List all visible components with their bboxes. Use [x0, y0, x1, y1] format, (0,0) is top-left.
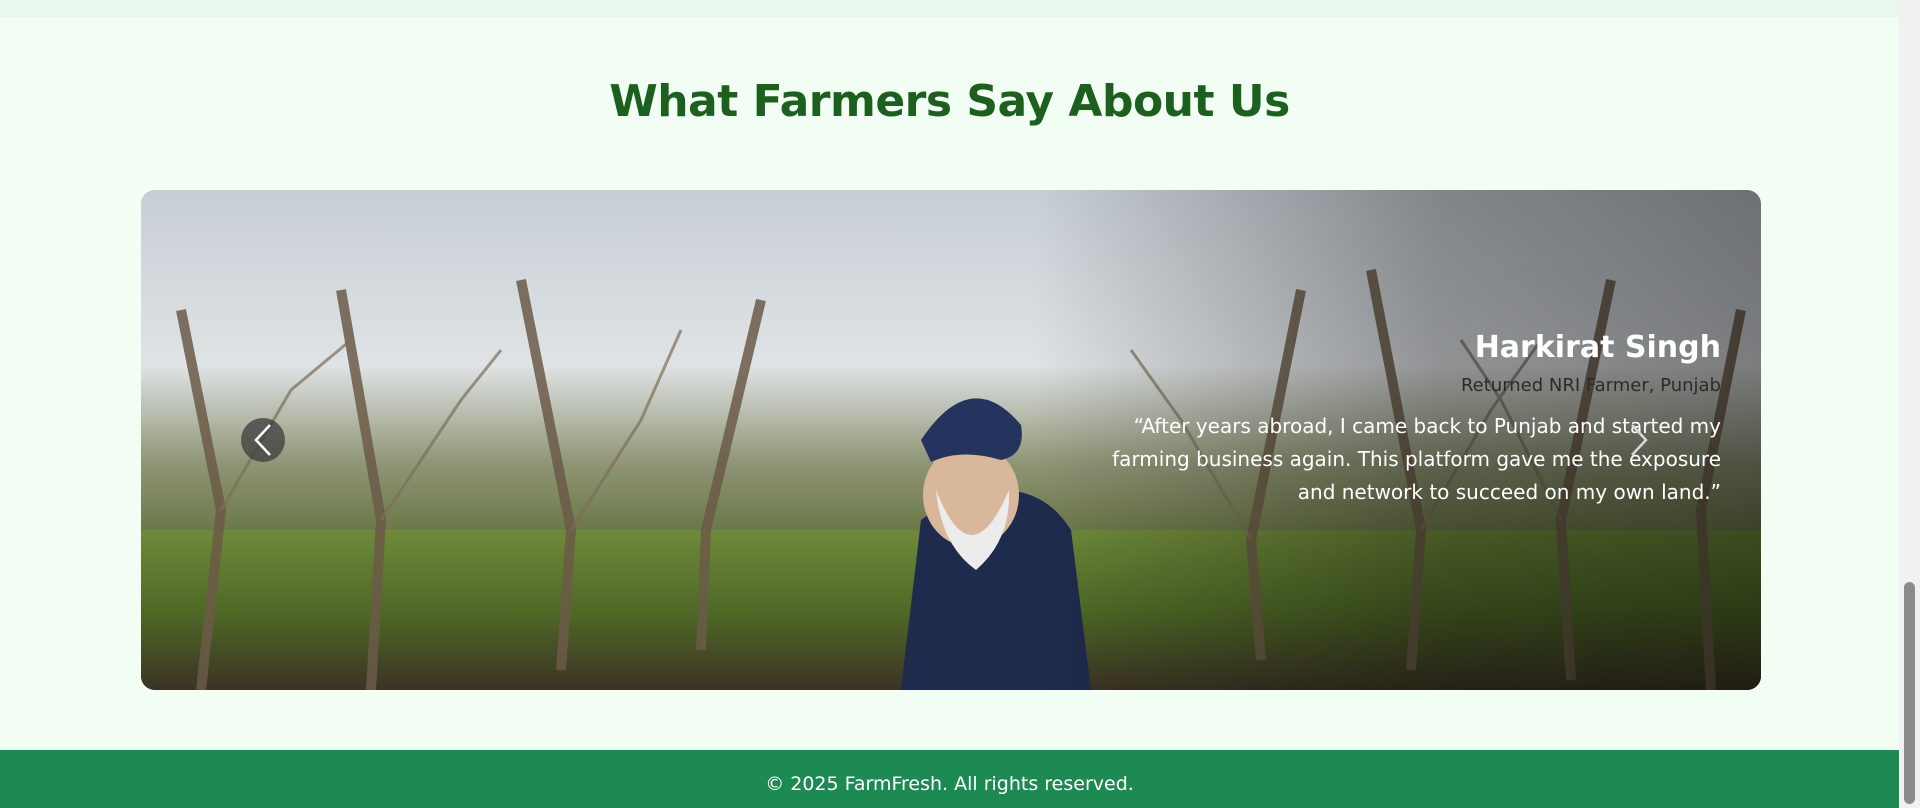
- chevron-right-icon: [1631, 424, 1648, 456]
- chevron-left-icon: [254, 424, 271, 456]
- page-scrollbar[interactable]: [1899, 0, 1920, 808]
- testimonial-carousel[interactable]: Harkirat Singh Returned NRI Farmer, Punj…: [141, 190, 1761, 690]
- previous-section-edge: [0, 0, 1899, 17]
- carousel-next-button[interactable]: [1617, 418, 1661, 462]
- farmer-role: Returned NRI Farmer, Punjab: [1460, 375, 1721, 396]
- site-footer: © 2025 FarmFresh. All rights reserved.: [0, 750, 1899, 808]
- copyright-text: © 2025 FarmFresh. All rights reserved.: [765, 773, 1134, 795]
- section-title: What Farmers Say About Us: [609, 76, 1290, 127]
- carousel-prev-button[interactable]: [241, 418, 285, 462]
- farmer-name: Harkirat Singh: [1474, 330, 1721, 365]
- scrollbar-thumb[interactable]: [1904, 582, 1915, 804]
- page: What Farmers Say About Us Harkirat Singh…: [0, 0, 1899, 808]
